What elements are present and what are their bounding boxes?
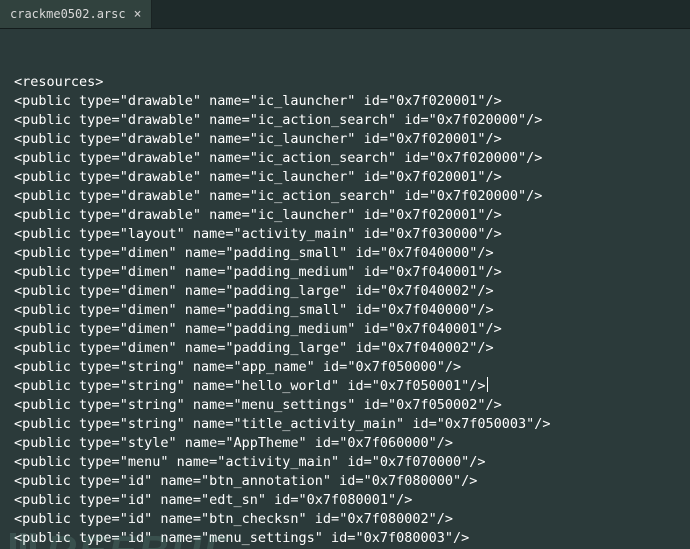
close-icon[interactable]: × [134, 8, 142, 21]
resources-open: <resources> [14, 73, 686, 92]
tab-crackme0502[interactable]: crackme0502.arsc × [0, 0, 152, 28]
public-line-19: <public type="menu" name="activity_main"… [14, 453, 686, 472]
public-line-23: <public type="id" name="menu_settings" i… [14, 529, 686, 548]
public-line-6: <public type="drawable" name="ic_launche… [14, 206, 686, 225]
public-line-13: <public type="dimen" name="padding_large… [14, 339, 686, 358]
public-line-3: <public type="drawable" name="ic_action_… [14, 149, 686, 168]
tab-bar: crackme0502.arsc × [0, 0, 690, 29]
public-line-16: <public type="string" name="menu_setting… [14, 396, 686, 415]
tab-filename: crackme0502.arsc [10, 7, 126, 21]
public-line-18: <public type="style" name="AppTheme" id=… [14, 434, 686, 453]
public-line-9: <public type="dimen" name="padding_mediu… [14, 263, 686, 282]
public-line-20: <public type="id" name="btn_annotation" … [14, 472, 686, 491]
public-line-14: <public type="string" name="app_name" id… [14, 358, 686, 377]
public-line-10: <public type="dimen" name="padding_large… [14, 282, 686, 301]
public-line-4: <public type="drawable" name="ic_launche… [14, 168, 686, 187]
public-line-12: <public type="dimen" name="padding_mediu… [14, 320, 686, 339]
public-line-7: <public type="layout" name="activity_mai… [14, 225, 686, 244]
public-line-17: <public type="string" name="title_activi… [14, 415, 686, 434]
public-line-15: <public type="string" name="hello_world"… [14, 377, 686, 396]
public-line-0: <public type="drawable" name="ic_launche… [14, 92, 686, 111]
public-line-22: <public type="id" name="btn_checksn" id=… [14, 510, 686, 529]
public-line-21: <public type="id" name="edt_sn" id="0x7f… [14, 491, 686, 510]
public-line-11: <public type="dimen" name="padding_small… [14, 301, 686, 320]
public-line-5: <public type="drawable" name="ic_action_… [14, 187, 686, 206]
code-editor[interactable]: REEBUF <resources><public type="drawable… [0, 29, 690, 549]
public-line-8: <public type="dimen" name="padding_small… [14, 244, 686, 263]
public-line-1: <public type="drawable" name="ic_action_… [14, 111, 686, 130]
text-cursor [487, 377, 488, 392]
public-line-2: <public type="drawable" name="ic_launche… [14, 130, 686, 149]
